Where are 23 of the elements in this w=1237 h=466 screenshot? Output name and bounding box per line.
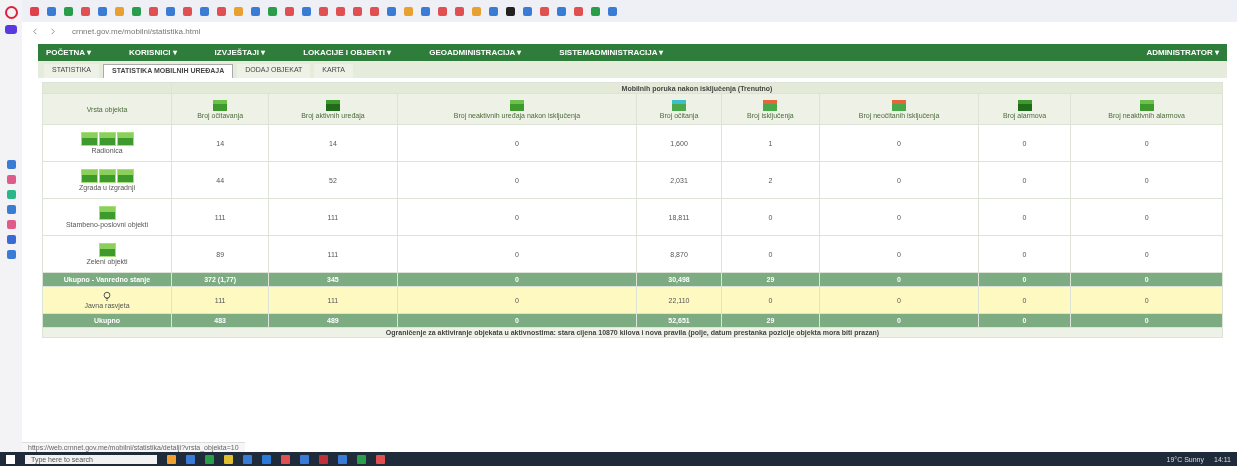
chart-icon [672, 99, 687, 111]
workspace-icon[interactable] [5, 25, 17, 34]
windows-icon[interactable] [6, 454, 15, 464]
menu-item[interactable]: IZVJEŠTAJI ▾ [214, 48, 266, 57]
browser-logo-icon [4, 6, 18, 19]
menu-item[interactable]: SISTEMADMINISTRACIJA ▾ [559, 48, 664, 57]
menu-item[interactable]: LOKACIJE I OBJEKTI ▾ [303, 48, 392, 57]
chart-icon [325, 99, 340, 111]
bulb-icon [102, 291, 112, 301]
user-menu[interactable]: ADMINISTRATOR ▾ [1146, 48, 1219, 57]
back-icon[interactable] [32, 27, 39, 35]
chart-icon [510, 99, 524, 111]
address-field[interactable]: crnnet.gov.me/mobilni/statistika.html [66, 25, 207, 37]
menu-item[interactable]: POČETNA ▾ [46, 48, 92, 57]
forward-icon[interactable] [49, 27, 56, 35]
menu-item[interactable]: KORISNICI ▾ [129, 48, 177, 57]
chart-icon [892, 99, 906, 111]
chart-icon [213, 99, 228, 111]
menu-item[interactable]: GEOADMINISTRACIJA ▾ [429, 48, 522, 57]
bookmark-icon[interactable] [506, 6, 515, 16]
chart-icon [1017, 99, 1032, 111]
chart-icon [763, 99, 778, 111]
chart-icon [1139, 99, 1154, 111]
